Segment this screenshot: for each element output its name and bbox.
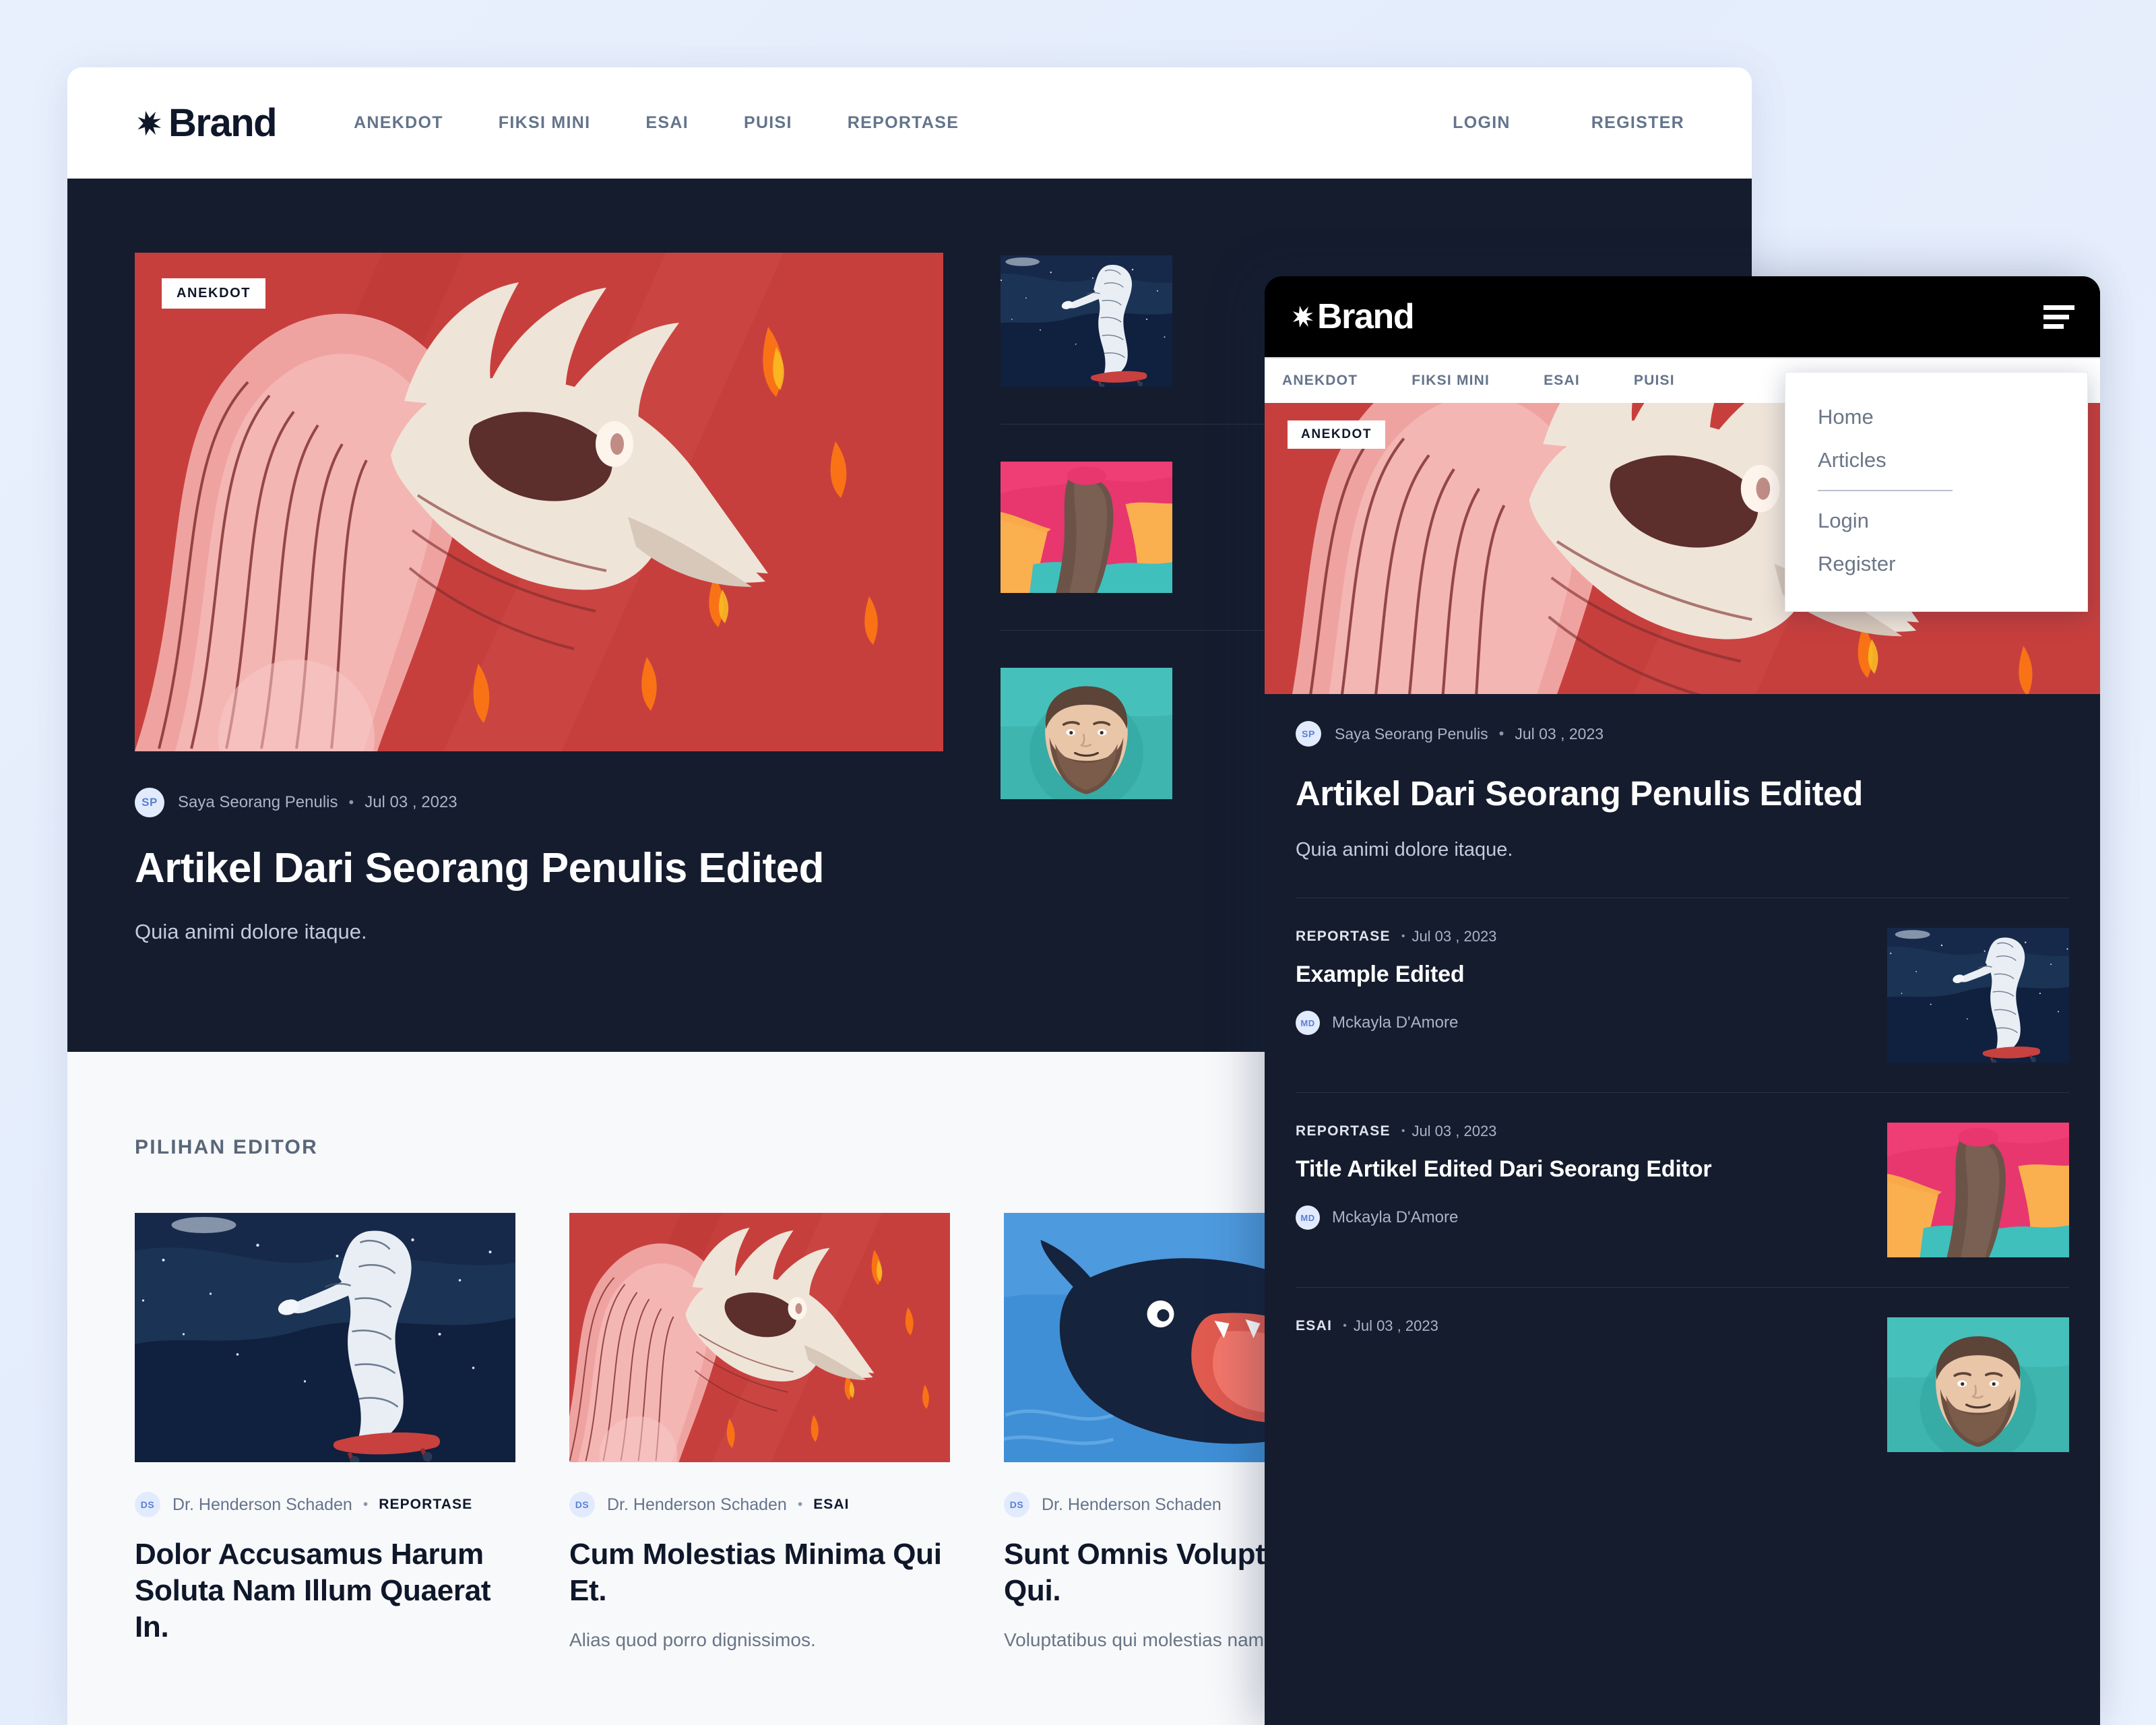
mobile-featured-title[interactable]: Artikel Dari Seorang Penulis Edited: [1296, 774, 2069, 813]
mobile-dropdown-menu: Home Articles Login Register: [1785, 372, 2088, 612]
meta-separator: •: [348, 794, 354, 811]
article-card-title[interactable]: Dolor Accusamus Harum Soluta Nam Illum Q…: [135, 1536, 515, 1645]
featured-article-image: ANEKDOT: [135, 253, 943, 751]
category-badge[interactable]: ANEKDOT: [162, 278, 266, 309]
list-item-thumbnail: [1001, 255, 1172, 387]
author-name: Dr. Henderson Schaden: [1042, 1495, 1222, 1514]
list-item-kicker: REPORTASE • Jul 03 , 2023: [1296, 1123, 1867, 1140]
list-item-author: MD Mckayla D'Amore: [1296, 1011, 1867, 1035]
list-item-thumbnail: [1887, 1317, 2069, 1452]
meta-separator: •: [797, 1497, 803, 1513]
article-card-image: [135, 1213, 515, 1462]
featured-article-meta: SP Saya Seorang Penulis • Jul 03 , 2023: [135, 788, 943, 817]
meta-separator: •: [1401, 1125, 1405, 1137]
desktop-header: Brand ANEKDOT FIKSI MINI ESAI PUISI REPO…: [67, 67, 1752, 179]
list-item-kicker: ESAI • Jul 03 , 2023: [1296, 1317, 1867, 1335]
nav-item-esai[interactable]: ESAI: [645, 113, 689, 133]
hamburger-icon[interactable]: [2043, 305, 2074, 329]
avatar: MD: [1296, 1205, 1320, 1230]
nav-item-esai[interactable]: ESAI: [1544, 373, 1580, 389]
publish-date: Jul 03 , 2023: [1353, 1317, 1438, 1334]
desktop-main-nav: ANEKDOT FIKSI MINI ESAI PUISI REPORTASE: [354, 113, 1014, 133]
avatar: DS: [135, 1492, 160, 1518]
category-badge[interactable]: ANEKDOT: [1288, 420, 1386, 449]
author-name: Saya Seorang Penulis: [178, 793, 338, 811]
article-card-excerpt: Alias quod porro dignissimos.: [569, 1629, 816, 1650]
list-item-author: MD Mckayla D'Amore: [1296, 1205, 1867, 1230]
nav-item-anekdot[interactable]: ANEKDOT: [1282, 373, 1358, 389]
dropdown-item-register[interactable]: Register: [1785, 542, 2087, 586]
list-item-title[interactable]: Example Edited: [1296, 962, 1867, 988]
avatar: DS: [1004, 1492, 1029, 1518]
author-name: Mckayla D'Amore: [1332, 1208, 1459, 1226]
article-card-title[interactable]: Cum Molestias Minima Qui Et.: [569, 1536, 950, 1608]
avatar: MD: [1296, 1011, 1320, 1035]
list-item[interactable]: REPORTASE • Jul 03 , 2023 Title Artikel …: [1296, 1092, 2069, 1287]
author-name: Dr. Henderson Schaden: [607, 1495, 787, 1514]
mobile-featured-body: SP Saya Seorang Penulis • Jul 03 , 2023 …: [1265, 694, 2100, 898]
dropdown-item-articles[interactable]: Articles: [1785, 439, 2087, 482]
mobile-article-list: REPORTASE • Jul 03 , 2023 Example Edited…: [1265, 898, 2100, 1482]
brand-name: Brand: [168, 101, 278, 145]
featured-article[interactable]: ANEKDOT SP Saya Seorang Penulis • Jul 03…: [135, 253, 943, 944]
mobile-featured-excerpt: Quia animi dolore itaque.: [1296, 839, 1513, 860]
category-label[interactable]: ESAI: [813, 1497, 849, 1513]
publish-date: Jul 03 , 2023: [1515, 724, 1604, 743]
register-link[interactable]: REGISTER: [1591, 113, 1684, 133]
category-label[interactable]: ESAI: [1296, 1318, 1332, 1334]
author-name: Mckayla D'Amore: [1332, 1013, 1459, 1032]
list-item-kicker: REPORTASE • Jul 03 , 2023: [1296, 928, 1867, 945]
meta-separator: •: [1343, 1320, 1347, 1331]
nav-item-puisi[interactable]: PUISI: [744, 113, 792, 133]
avatar: DS: [569, 1492, 595, 1518]
nav-item-anekdot[interactable]: ANEKDOT: [354, 113, 443, 133]
dropdown-item-login[interactable]: Login: [1785, 499, 2087, 542]
mobile-header: Brand: [1265, 276, 2100, 357]
list-item-title[interactable]: Title Artikel Edited Dari Seorang Editor: [1296, 1156, 1867, 1183]
category-label[interactable]: REPORTASE: [1296, 929, 1391, 945]
nav-item-puisi[interactable]: PUISI: [1634, 373, 1675, 389]
category-label[interactable]: REPORTASE: [379, 1497, 472, 1513]
featured-article-excerpt: Quia animi dolore itaque.: [135, 920, 367, 944]
list-item-thumbnail: [1001, 462, 1172, 593]
publish-date: Jul 03 , 2023: [1412, 1123, 1497, 1139]
login-link[interactable]: LOGIN: [1453, 113, 1511, 133]
nav-item-reportase[interactable]: REPORTASE: [848, 113, 959, 133]
article-card-image: [569, 1213, 950, 1462]
article-card-meta: DS Dr. Henderson Schaden • REPORTASE: [135, 1492, 515, 1518]
mobile-brand-logo[interactable]: Brand: [1290, 296, 1415, 337]
meta-separator: •: [1498, 725, 1504, 742]
nav-item-fiksi-mini[interactable]: FIKSI MINI: [1412, 373, 1490, 389]
avatar: SP: [135, 788, 164, 817]
meta-separator: •: [1401, 931, 1405, 942]
dropdown-item-home[interactable]: Home: [1785, 396, 2087, 439]
mobile-preview-window: Brand ANEKDOT FIKSI MINI ESAI PUISI Home…: [1265, 276, 2100, 1725]
star-burst-icon: [135, 108, 166, 139]
desktop-auth-nav: LOGIN REGISTER: [1372, 113, 1684, 133]
author-name: Saya Seorang Penulis: [1335, 724, 1488, 743]
list-item[interactable]: ESAI • Jul 03 , 2023: [1296, 1287, 2069, 1482]
author-name: Dr. Henderson Schaden: [172, 1495, 352, 1514]
article-card[interactable]: DS Dr. Henderson Schaden • REPORTASE Dol…: [135, 1213, 515, 1665]
avatar: SP: [1296, 721, 1321, 747]
brand-name: Brand: [1317, 297, 1415, 336]
list-item-thumbnail: [1887, 1123, 2069, 1257]
mobile-featured-meta: SP Saya Seorang Penulis • Jul 03 , 2023: [1296, 721, 2069, 747]
category-label[interactable]: REPORTASE: [1296, 1123, 1391, 1139]
dropdown-divider: [1818, 490, 1953, 491]
star-burst-icon: [1290, 303, 1317, 330]
list-item-thumbnail: [1887, 928, 2069, 1063]
meta-separator: •: [362, 1497, 369, 1513]
publish-date: Jul 03 , 2023: [1412, 928, 1497, 945]
brand-logo[interactable]: Brand: [135, 100, 278, 146]
featured-article-title[interactable]: Artikel Dari Seorang Penulis Edited: [135, 845, 943, 891]
article-card-meta: DS Dr. Henderson Schaden • ESAI: [569, 1492, 950, 1518]
list-item-thumbnail: [1001, 668, 1172, 799]
article-card[interactable]: DS Dr. Henderson Schaden • ESAI Cum Mole…: [569, 1213, 950, 1665]
nav-item-fiksi-mini[interactable]: FIKSI MINI: [499, 113, 591, 133]
list-item[interactable]: REPORTASE • Jul 03 , 2023 Example Edited…: [1296, 898, 2069, 1092]
publish-date: Jul 03 , 2023: [364, 793, 457, 811]
